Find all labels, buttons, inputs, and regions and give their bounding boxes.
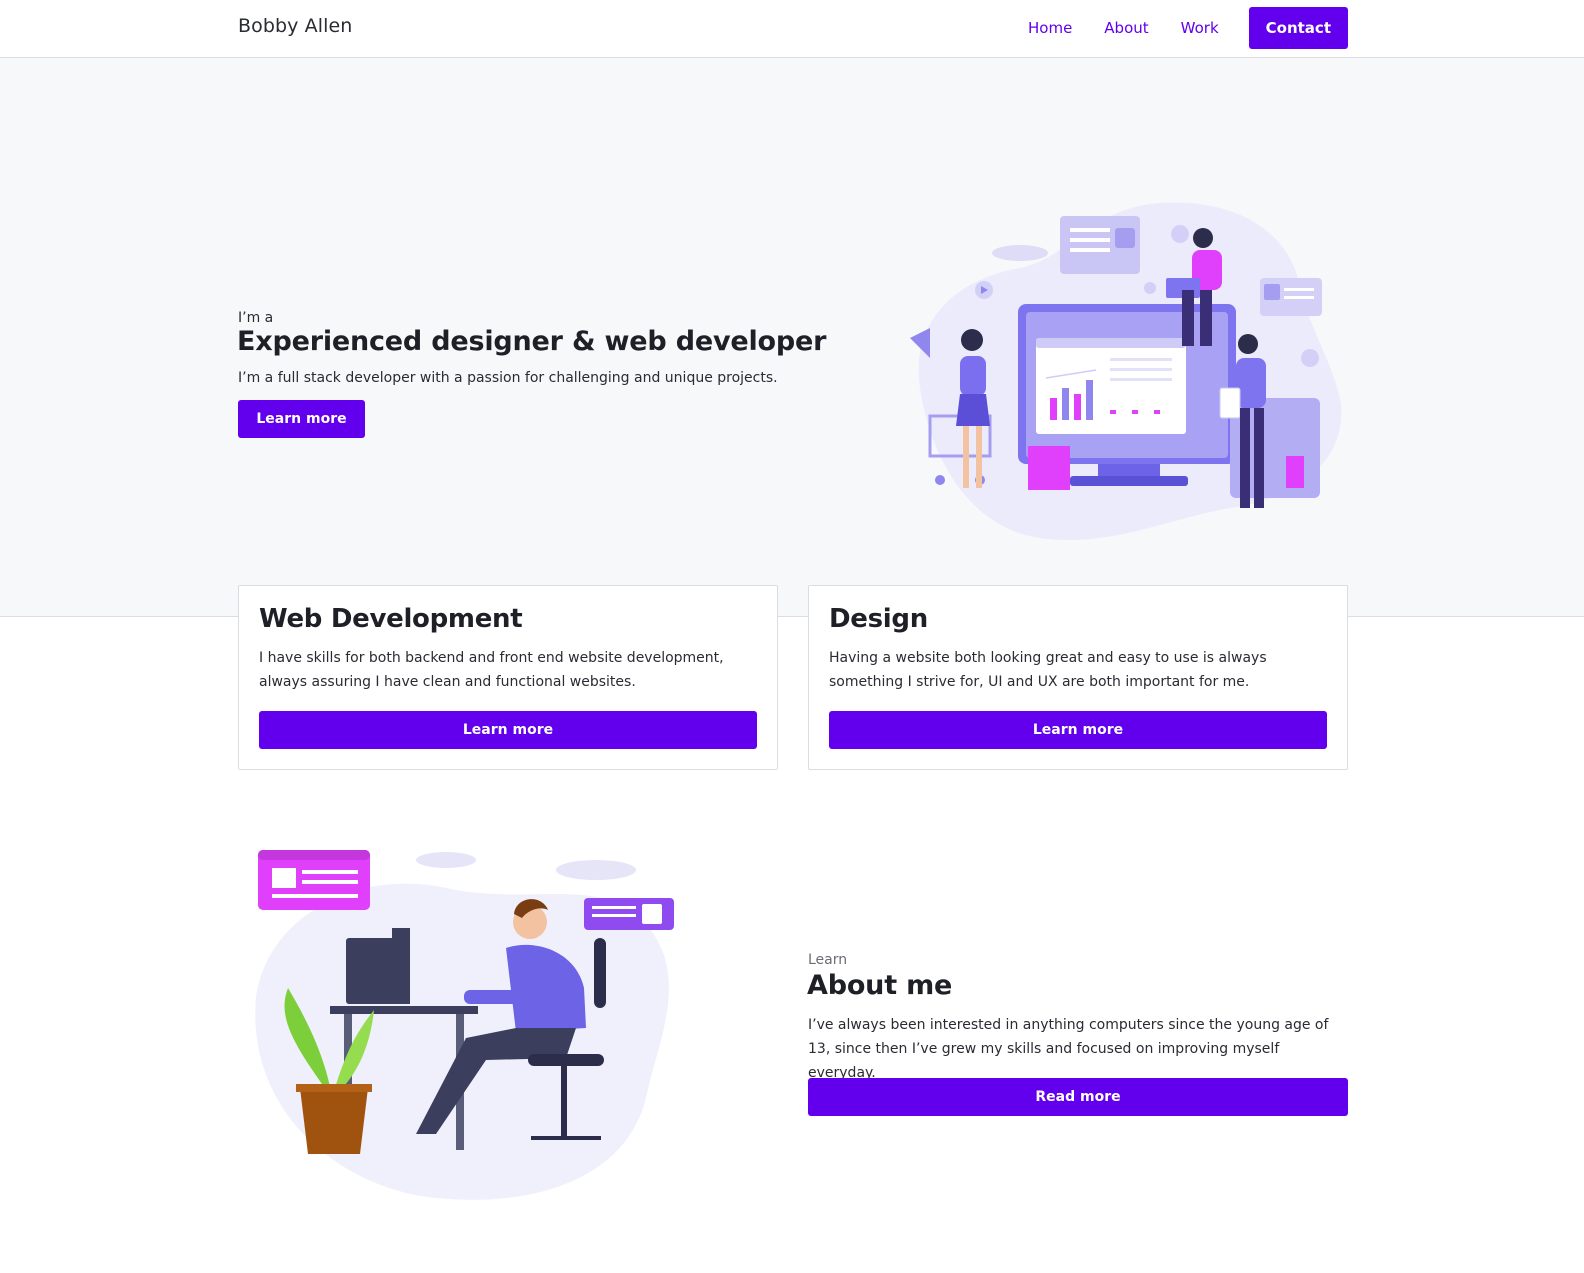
about-text: I’ve always been interested in anything … <box>808 1017 1329 1081</box>
card-title: Web Development <box>259 604 523 634</box>
hero-eyebrow: I’m a <box>238 310 274 326</box>
nav-link-work[interactable]: Work <box>1165 8 1235 49</box>
card-text: I have skills for both backend and front… <box>259 650 724 690</box>
card-title: Design <box>829 604 928 634</box>
service-card-web-development: Web Development I have skills for both b… <box>238 585 778 770</box>
hero-subtitle: I’m a full stack developer with a passio… <box>238 370 778 386</box>
hero-section: I’m a Experienced designer & web develop… <box>0 58 1584 617</box>
navbar: Bobby Allen Home About Work Contact <box>0 0 1584 58</box>
nav-links: Home About Work Contact <box>1012 7 1348 49</box>
design-learn-more-button[interactable]: Learn more <box>829 711 1327 749</box>
developer-at-desk-illustration <box>255 850 674 1200</box>
about-title: About me <box>807 970 953 1001</box>
nav-link-about[interactable]: About <box>1088 8 1164 49</box>
card-text: Having a website both looking great and … <box>829 650 1267 690</box>
brand-name[interactable]: Bobby Allen <box>238 15 352 37</box>
about-read-more-button[interactable]: Read more <box>808 1078 1348 1116</box>
hero-title: Experienced designer & web developer <box>237 326 827 357</box>
service-card-design: Design Having a website both looking gre… <box>808 585 1348 770</box>
contact-button[interactable]: Contact <box>1248 7 1348 49</box>
hero-learn-more-button[interactable]: Learn more <box>238 400 365 438</box>
nav-link-home[interactable]: Home <box>1012 8 1088 49</box>
about-eyebrow: Learn <box>808 952 848 968</box>
web-development-learn-more-button[interactable]: Learn more <box>259 711 757 749</box>
marketing-team-illustration <box>910 202 1342 541</box>
